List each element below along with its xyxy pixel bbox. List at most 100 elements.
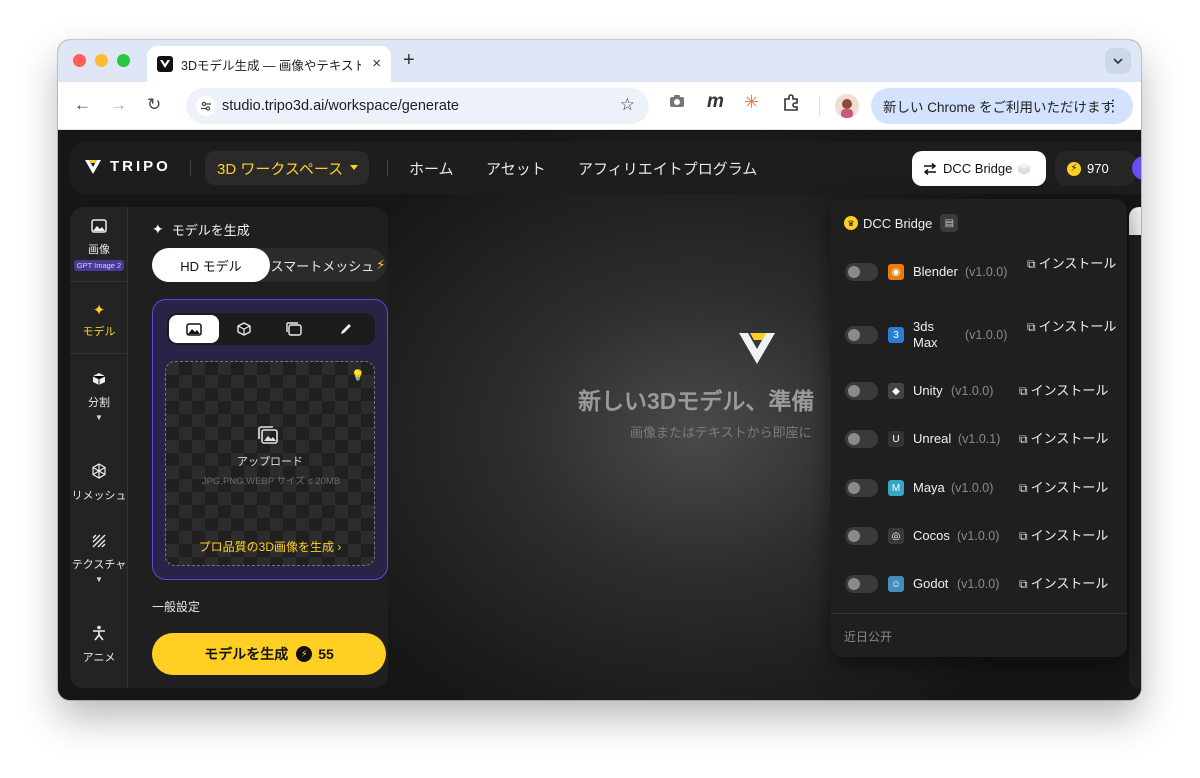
dcc-bridge-button[interactable]: DCC Bridge [912,151,1046,186]
close-window-button[interactable] [73,54,86,67]
forward-icon[interactable]: → [110,95,127,115]
address-bar[interactable]: studio.tripo3d.ai/workspace/generate ☆ [186,88,649,124]
back-icon[interactable]: ← [74,95,91,115]
tool-rail: 画像 GPT Image 2 ✦ モデル 分割 ▼ リメッシュ テクスチャ ▼ … [70,207,128,688]
image-dropzone[interactable]: 💡 アップロード JPG,PNG,WEBP サイズ ≤ 20MB プロ品質の3D… [165,361,375,566]
workspace-dropdown[interactable]: 3D ワークスペース [205,151,369,185]
rail-label-remesh: リメッシュ [71,490,127,502]
image-mode-tab[interactable] [169,315,219,343]
browser-tab[interactable]: 3Dモデル生成 — 画像やテキスト × [147,46,391,82]
puzzle-icon: ⧉ [1019,432,1028,446]
profile-avatar[interactable] [835,94,859,118]
install-label: インストール [1030,383,1109,398]
dcc-app-name: Godot [913,576,949,591]
text-mode-tab[interactable] [321,315,371,343]
lightbulb-icon[interactable]: 💡 [351,369,365,382]
rail-item-segment[interactable]: 分割 ▼ [70,372,128,422]
dcc-app-name: Unity [913,383,943,398]
nav-home[interactable]: ホーム [409,158,454,179]
site-info-icon[interactable] [196,96,216,116]
caret-down-icon [350,165,359,170]
dcc-enable-toggle[interactable] [845,382,878,400]
panel-title-text: モデルを生成 [171,223,250,238]
maya-logo-icon: M [888,480,904,496]
install-button[interactable]: ⧉ インストール [1019,528,1108,544]
image-icon [186,322,202,336]
3ds-max-logo-icon: 3 [888,327,904,343]
install-button[interactable]: ⧉ インストール [1019,480,1108,496]
nav-assets[interactable]: アセット [486,158,546,179]
dcc-enable-toggle[interactable] [845,527,878,545]
reload-icon[interactable]: ↻ [147,95,161,115]
dcc-app-name: Blender [913,264,958,279]
right-side-panel [1129,207,1141,688]
install-label: インストール [1030,431,1109,446]
crown-icon: ♛ [844,216,858,230]
install-label: インストール [1038,256,1117,271]
dcc-divider [831,613,1127,614]
dcc-app-row: U Unreal (v1.0.1) ⧉ インストール [831,416,1127,460]
maximize-window-button[interactable] [117,54,130,67]
input-mode-tabs [167,313,375,345]
more-menu-icon[interactable]: ⋮ [1105,96,1121,116]
multiview-mode-tab[interactable] [219,315,269,343]
logo-text: TRIPO [110,158,171,175]
rail-item-remesh[interactable]: リメッシュ [70,463,128,503]
install-button[interactable]: ⧉ インストール [1019,431,1108,447]
generate-model-button[interactable]: モデルを生成 ⚡ 55 [152,633,386,675]
install-button[interactable]: ⧉ インストール [1027,319,1117,335]
dcc-app-version: (v1.0.0) [957,529,1000,543]
m-extension-icon[interactable]: m [707,91,724,113]
puzzle-icon: ⧉ [1019,384,1028,398]
puzzle-icon: ⧉ [1019,481,1028,495]
dcc-bridge-dropdown: ♛ DCC Bridge ▤ ◉ Blender (v1.0.0) ⧉ インストール 3 3… [831,199,1127,657]
dcc-enable-toggle[interactable] [845,263,878,281]
multi-image-mode-tab[interactable] [269,315,319,343]
dcc-enable-toggle[interactable] [845,326,878,344]
tab-close-icon[interactable]: × [372,55,381,72]
install-label: インストール [1030,528,1109,543]
dcc-enable-toggle[interactable] [845,575,878,593]
rail-label-image: 画像 [88,244,110,256]
pro-image-link[interactable]: プロ品質の3D画像を生成 › [166,538,374,555]
extensions-puzzle-icon[interactable] [782,94,800,117]
dcc-app-row: ◎ Cocos (v1.0.0) ⧉ インストール [831,513,1127,557]
dcc-app-row: ◉ Blender (v1.0.0) ⧉ インストール [831,249,1127,293]
url-text: studio.tripo3d.ai/workspace/generate [222,98,459,114]
cube-icon [70,372,128,390]
install-button[interactable]: ⧉ インストール [1027,256,1117,272]
tab-search-button[interactable] [1105,48,1131,74]
rail-item-texture[interactable]: テクスチャ ▼ [70,534,128,584]
cube-icon [237,322,251,336]
tripo-logo[interactable]: TRIPO [84,158,171,175]
install-button[interactable]: ⧉ インストール [1019,383,1108,399]
hd-model-tab[interactable]: HD モデル [152,248,270,282]
document-icon[interactable]: ▤ [940,214,959,232]
dcc-enable-toggle[interactable] [845,430,878,448]
dcc-enable-toggle[interactable] [845,479,878,497]
new-tab-button[interactable]: + [403,49,415,72]
nav-affiliate[interactable]: アフィリエイトプログラム [578,158,757,179]
smart-mesh-tab[interactable]: スマートメッシュ ⚡ [270,248,386,282]
chevron-down-icon: ▼ [95,413,103,422]
sparkle-extension-icon[interactable]: ✳ [744,92,759,113]
credits-badge[interactable]: ⚡ 970 [1055,151,1135,186]
cube-icon [1018,162,1031,175]
chrome-update-button[interactable]: 新しい Chrome をご利用いただけます ⋮ [871,88,1133,124]
rocket-icon [1140,161,1141,175]
generate-panel: ✦ モデルを生成 HD モデル スマートメッシュ ⚡ 💡 アップロード JPG,… [140,207,388,688]
camera-extension-icon[interactable] [669,94,685,113]
blender-logo-icon: ◉ [888,264,904,280]
browser-window: 3Dモデル生成 — 画像やテキスト × + ← → ↻ studio.tripo… [58,40,1141,700]
rail-item-animate[interactable]: アニメ [70,625,128,665]
puzzle-icon: ⧉ [1019,529,1028,543]
bookmark-star-icon[interactable]: ☆ [620,95,635,115]
rail-item-image[interactable]: 画像 GPT Image 2 [70,219,128,271]
dcc-app-row: M Maya (v1.0.0) ⧉ インストール [831,465,1127,509]
workspace-label: 3D ワークスペース [217,160,344,178]
minimize-window-button[interactable] [95,54,108,67]
install-button[interactable]: ⧉ インストール [1019,576,1108,592]
general-settings-label[interactable]: 一般設定 [152,598,200,615]
puzzle-icon: ⧉ [1019,577,1028,591]
rail-item-model[interactable]: ✦ モデル [70,301,128,339]
